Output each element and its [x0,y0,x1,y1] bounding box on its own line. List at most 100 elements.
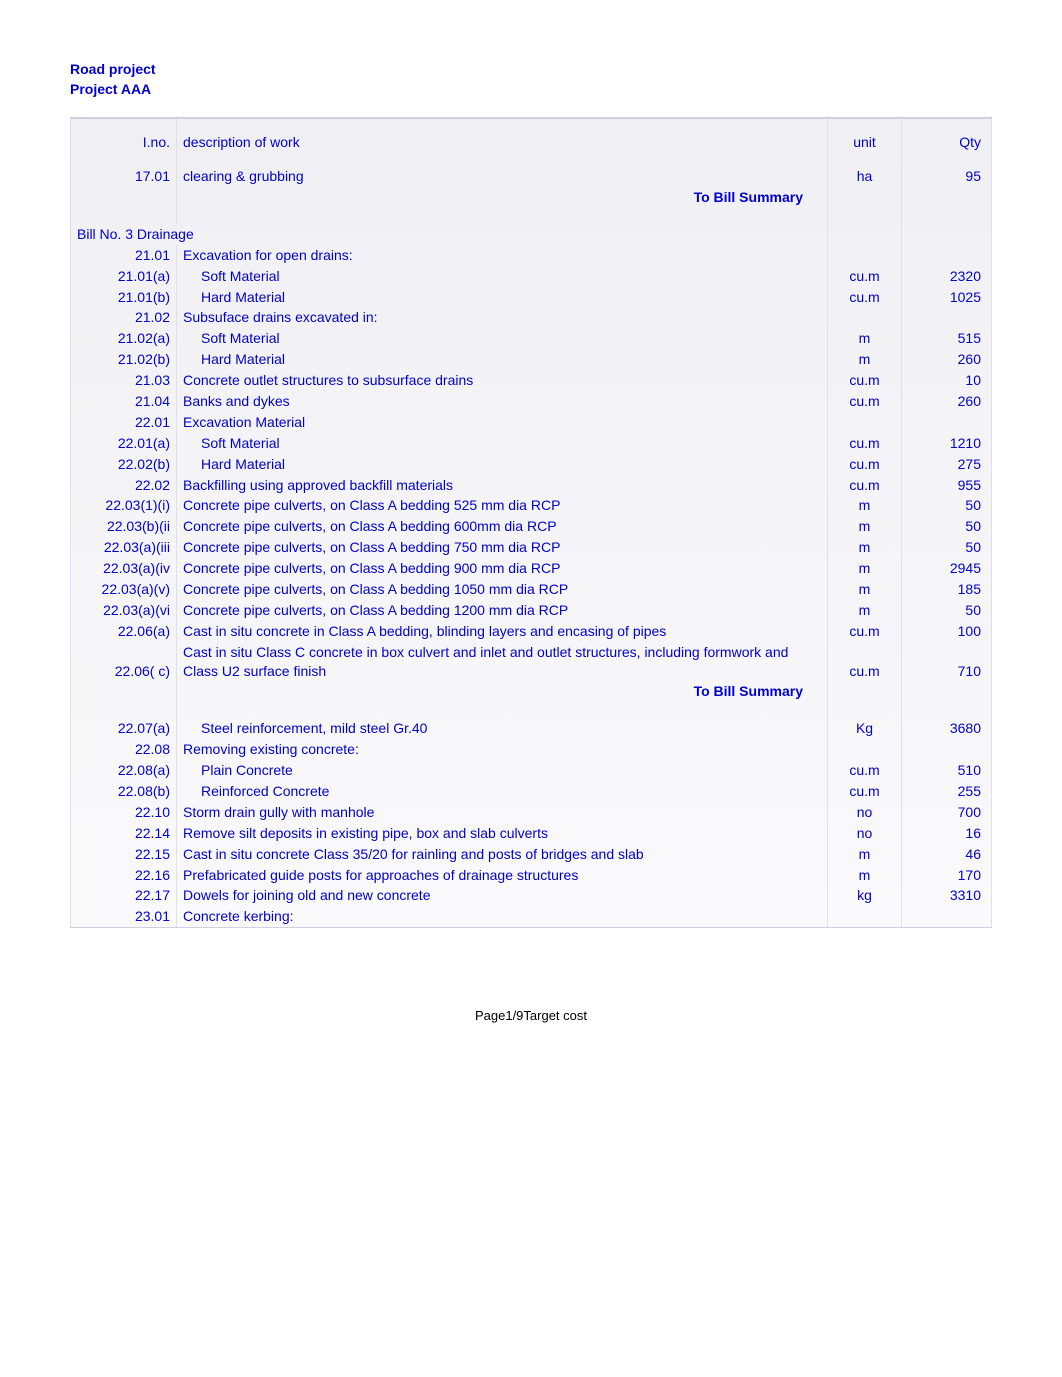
table-row: 22.06( c)Cast in situ Class C concrete i… [71,642,992,682]
item-unit: m [828,865,902,886]
item-number: 22.03(a)(v) [71,579,177,600]
item-unit: cu.m [828,642,902,682]
table-row: 22.06(a)Cast in situ concrete in Class A… [71,621,992,642]
project-title-1: Road project [70,60,992,80]
item-number: 21.02(b) [71,349,177,370]
item-description: Plain Concrete [177,760,828,781]
item-qty: 700 [902,802,992,823]
item-number: 22.10 [71,802,177,823]
item-number: 21.02 [71,307,177,328]
item-qty [902,245,992,266]
bill-summary-link[interactable]: To Bill Summary [183,188,823,207]
item-qty: 260 [902,391,992,412]
item-number: 22.15 [71,844,177,865]
item-description: Excavation Material [177,412,828,433]
item-description: Concrete pipe culverts, on Class A beddi… [177,537,828,558]
project-title-2: Project AAA [70,80,992,100]
item-unit: cu.m [828,266,902,287]
table-row: 21.02(a)Soft Materialm515 [71,328,992,349]
item-unit: cu.m [828,370,902,391]
item-description: Concrete kerbing: [177,906,828,927]
table-row: To Bill Summary [71,681,992,702]
item-unit [828,412,902,433]
item-qty: 3680 [902,718,992,739]
item-description: Reinforced Concrete [177,781,828,802]
table-row: 22.03(1)(i)Concrete pipe culverts, on Cl… [71,495,992,516]
item-number: 22.07(a) [71,718,177,739]
item-number: 22.03(1)(i) [71,495,177,516]
item-number: 22.08(a) [71,760,177,781]
table-row: 21.02Subsuface drains excavated in: [71,307,992,328]
item-number: 21.01(a) [71,266,177,287]
item-qty: 255 [902,781,992,802]
item-unit: cu.m [828,475,902,496]
col-header-desc: description of work [177,119,828,166]
item-qty: 185 [902,579,992,600]
item-description: Concrete pipe culverts, on Class A beddi… [177,495,828,516]
table-row [71,702,992,718]
item-description: Soft Material [177,328,828,349]
item-unit: cu.m [828,760,902,781]
item-qty: 170 [902,865,992,886]
item-qty: 50 [902,600,992,621]
item-number: 22.01(a) [71,433,177,454]
item-unit: ha [828,166,902,187]
table-row: To Bill Summary [71,187,992,208]
item-qty: 1210 [902,433,992,454]
item-unit [828,245,902,266]
item-number: 22.03(b)(ii [71,516,177,537]
item-description: clearing & grubbing [177,166,828,187]
table-row: 22.07(a)Steel reinforcement, mild steel … [71,718,992,739]
item-unit: no [828,823,902,844]
item-description: Concrete pipe culverts, on Class A beddi… [177,579,828,600]
table-row: 21.01(a)Soft Materialcu.m2320 [71,266,992,287]
item-qty: 710 [902,642,992,682]
table-row: 22.14Remove silt deposits in existing pi… [71,823,992,844]
item-qty: 16 [902,823,992,844]
table-row: 23.01Concrete kerbing: [71,906,992,927]
table-row: 22.03(b)(iiConcrete pipe culverts, on Cl… [71,516,992,537]
item-number: 22.08(b) [71,781,177,802]
table-row: 22.17Dowels for joining old and new conc… [71,885,992,906]
table-row: 22.03(a)(viConcrete pipe culverts, on Cl… [71,600,992,621]
item-number: 21.04 [71,391,177,412]
item-description: Dowels for joining old and new concrete [177,885,828,906]
item-unit: m [828,558,902,579]
page-footer: Page1/9Target cost [70,1008,992,1023]
item-description: Excavation for open drains: [177,245,828,266]
item-number: 21.02(a) [71,328,177,349]
header-row: I.no. description of work unit Qty [71,119,992,166]
item-unit: kg [828,885,902,906]
item-unit [828,739,902,760]
item-unit: m [828,495,902,516]
item-number: 22.14 [71,823,177,844]
item-unit [828,906,902,927]
item-number: 22.03(a)(vi [71,600,177,621]
item-description: Cast in situ concrete in Class A bedding… [177,621,828,642]
item-number: 22.03(a)(iv [71,558,177,579]
table-row: 21.03Concrete outlet structures to subsu… [71,370,992,391]
item-qty: 46 [902,844,992,865]
table-row: 22.16Prefabricated guide posts for appro… [71,865,992,886]
item-number: 22.06( c) [71,642,177,682]
boq-table-container: I.no. description of work unit Qty 17.01… [70,117,992,928]
item-description: Concrete pipe culverts, on Class A beddi… [177,600,828,621]
table-row [71,208,992,224]
item-number: 17.01 [71,166,177,187]
item-qty [902,906,992,927]
table-row: 22.03(a)(ivConcrete pipe culverts, on Cl… [71,558,992,579]
item-description: Removing existing concrete: [177,739,828,760]
item-qty: 2945 [902,558,992,579]
bill-summary-link[interactable]: To Bill Summary [183,682,823,701]
item-unit: m [828,328,902,349]
item-number: 22.02 [71,475,177,496]
item-description: Prefabricated guide posts for approaches… [177,865,828,886]
table-row: 22.03(a)(iiiConcrete pipe culverts, on C… [71,537,992,558]
item-qty: 3310 [902,885,992,906]
item-unit: no [828,802,902,823]
item-qty: 50 [902,537,992,558]
item-qty: 955 [902,475,992,496]
item-number: 22.16 [71,865,177,886]
document-header: Road project Project AAA [70,60,992,99]
item-qty: 10 [902,370,992,391]
